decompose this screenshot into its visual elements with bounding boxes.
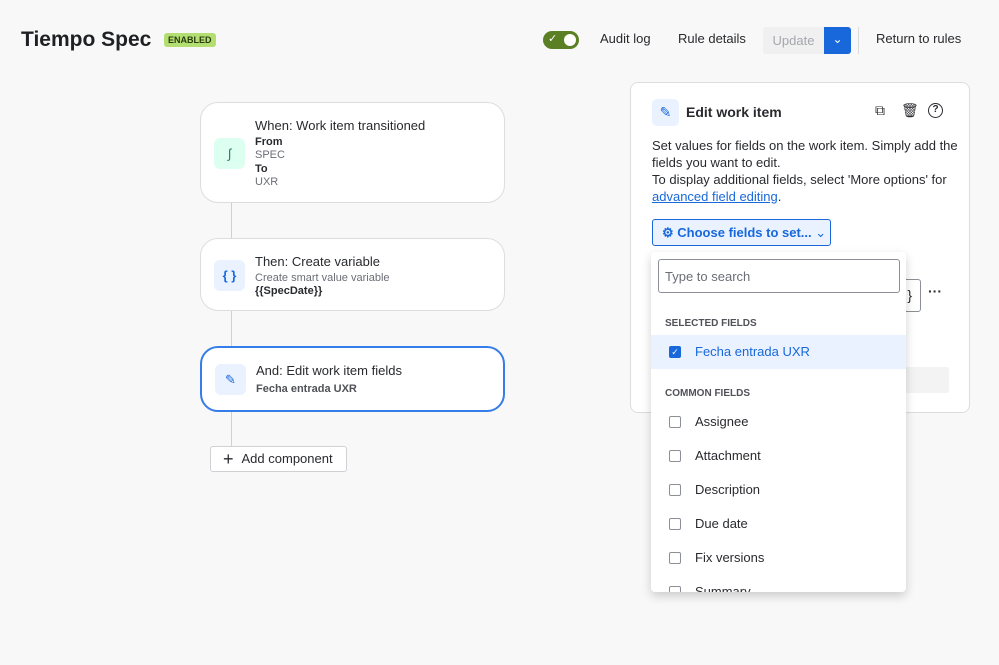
connector	[231, 411, 232, 446]
connector	[231, 311, 232, 347]
option-fecha-entrada-uxr[interactable]: ✓ Fecha entrada UXR	[651, 335, 906, 369]
from-label: From	[255, 136, 283, 148]
gear-icon: ⚙	[662, 225, 674, 240]
plus-icon: +	[223, 449, 234, 469]
update-button[interactable]: Update	[763, 27, 824, 54]
option-fix-versions[interactable]: Fix versions	[651, 541, 906, 575]
trash-icon[interactable]: 🗑	[901, 102, 919, 119]
panel-description: Set values for fields on the work item. …	[652, 138, 958, 204]
checkbox-icon	[669, 518, 681, 530]
card-title: And: Edit work item fields	[256, 363, 402, 378]
checkbox-icon	[669, 416, 681, 428]
option-attachment[interactable]: Attachment	[651, 439, 906, 473]
option-summary[interactable]: Summary	[651, 575, 906, 592]
rule-title: Tiempo Spec	[21, 28, 152, 51]
card-subtitle: Create smart value variable	[255, 272, 390, 284]
edit-icon: ✎	[652, 99, 679, 126]
card-title: Then: Create variable	[255, 254, 381, 269]
common-fields-header: COMMON FIELDS	[665, 388, 750, 399]
rule-details-button[interactable]: Rule details	[678, 31, 746, 46]
return-to-rules-button[interactable]: Return to rules	[876, 31, 961, 46]
divider	[858, 27, 859, 54]
chevron-down-icon: ⌄	[832, 32, 843, 46]
audit-log-button[interactable]: Audit log	[600, 31, 651, 46]
fields-dropdown: SELECTED FIELDS ✓Fecha entrada UXR COMMO…	[651, 252, 906, 592]
from-value: SPEC	[255, 149, 285, 161]
checkbox-checked-icon: ✓	[669, 346, 681, 358]
checkbox-icon	[669, 484, 681, 496]
checkbox-icon	[669, 450, 681, 462]
field-search-input[interactable]	[658, 259, 900, 293]
add-component-label: Add component	[241, 451, 333, 466]
edit-icon: ✎	[215, 364, 246, 395]
to-label: To	[255, 163, 268, 175]
more-options-icon[interactable]: ···	[928, 283, 942, 299]
card-subtitle: Fecha entrada UXR	[256, 383, 357, 395]
duplicate-icon[interactable]: ⧉	[875, 102, 885, 119]
update-dropdown-button[interactable]: ⌄	[824, 27, 851, 54]
to-value: UXR	[255, 176, 279, 188]
option-assignee[interactable]: Assignee	[651, 405, 906, 439]
panel-title: Edit work item	[686, 104, 782, 120]
selected-fields-header: SELECTED FIELDS	[665, 318, 757, 329]
braces-icon: { }	[214, 260, 245, 291]
status-badge: ENABLED	[164, 33, 216, 47]
choose-fields-button[interactable]: ⚙ Choose fields to set... ⌄	[652, 219, 831, 246]
help-icon[interactable]: ?	[928, 103, 943, 118]
connector	[231, 203, 232, 238]
card-title: When: Work item transitioned	[255, 118, 426, 133]
checkbox-icon	[669, 552, 681, 564]
advanced-field-editing-link[interactable]: advanced field editing	[652, 189, 778, 204]
trigger-card[interactable]: ∫ When: Work item transitioned From SPEC…	[200, 102, 505, 203]
transition-icon: ∫	[214, 138, 245, 169]
chevron-down-icon: ⌄	[815, 225, 827, 240]
edit-fields-card[interactable]: ✎ And: Edit work item fields Fecha entra…	[200, 346, 505, 412]
add-component-button[interactable]: + Add component	[210, 446, 347, 472]
option-description[interactable]: Description	[651, 473, 906, 507]
check-icon: ✓	[548, 33, 558, 45]
enable-toggle[interactable]: ✓	[543, 31, 579, 49]
create-variable-card[interactable]: { } Then: Create variable Create smart v…	[200, 238, 505, 311]
checkbox-icon	[669, 586, 681, 592]
option-due-date[interactable]: Due date	[651, 507, 906, 541]
variable-name: {{SpecDate}}	[255, 285, 323, 297]
